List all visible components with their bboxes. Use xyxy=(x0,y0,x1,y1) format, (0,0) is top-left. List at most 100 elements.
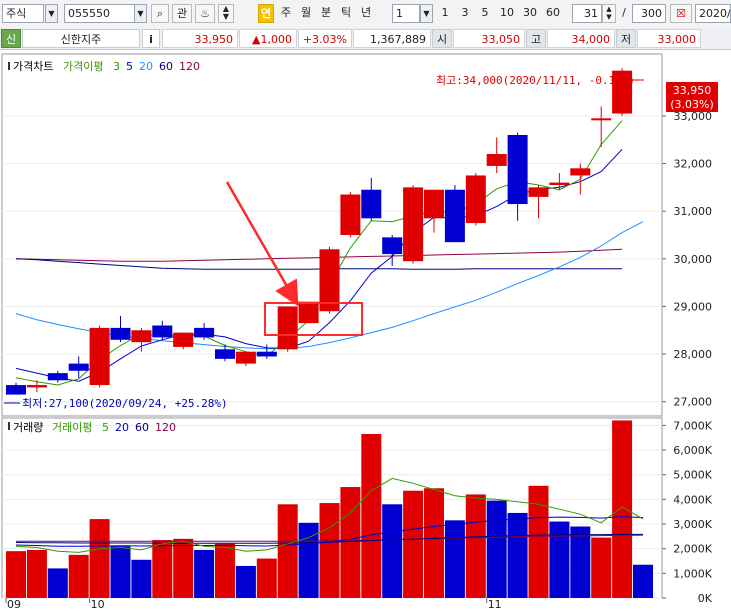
gwan-button[interactable]: 관 xyxy=(172,4,192,23)
mult-3-label: 3 xyxy=(461,6,469,19)
candle-body xyxy=(382,237,403,255)
count-spinner[interactable]: ▲ ▼ xyxy=(602,4,616,23)
volume-y-axis: 0K 1,000K 2,000K 3,000K 4,000K 5,000K 6,000K 7,… xyxy=(662,419,713,605)
volume-legend-item: 20 xyxy=(115,421,129,434)
info-button[interactable]: i xyxy=(142,29,160,48)
mult-60-label: 60 xyxy=(546,6,560,19)
volume-bar xyxy=(6,551,26,598)
candle-body xyxy=(444,189,465,243)
date-input[interactable]: 2020/ xyxy=(695,4,731,23)
candle-body xyxy=(298,301,319,324)
candle-body xyxy=(131,330,152,343)
market-select[interactable]: 주식 xyxy=(2,4,44,23)
period-week-button[interactable]: 주 xyxy=(278,4,294,23)
volume-bar xyxy=(633,564,653,598)
volume-bar xyxy=(110,546,131,598)
mult-10-button[interactable]: 10 xyxy=(497,4,517,23)
volume-bar xyxy=(612,420,633,598)
x-tick-label: 09 xyxy=(7,598,21,611)
candle-body xyxy=(549,182,570,185)
candle-body xyxy=(256,351,277,357)
volume-bar xyxy=(89,519,110,598)
volume-bar xyxy=(215,543,235,598)
up-down-spinner[interactable]: ▲ ▼ xyxy=(218,4,234,23)
mult-5-button[interactable]: 5 xyxy=(477,4,493,23)
search-button[interactable]: ⌕ xyxy=(151,4,169,23)
volume-bar xyxy=(47,568,68,598)
mult-30-button[interactable]: 30 xyxy=(520,4,540,23)
candle-body xyxy=(319,249,340,312)
price-change: ▲1,000 xyxy=(239,29,297,48)
volume-bar xyxy=(256,558,277,598)
stock-name: 신한지주 xyxy=(22,29,140,48)
unit-dropdown-icon[interactable]: ▼ xyxy=(420,4,433,23)
price-legend-item: 가격차트 xyxy=(13,60,53,73)
volume-bar xyxy=(131,559,152,598)
volume-bar xyxy=(465,494,486,598)
period-yeon-button[interactable]: 연 xyxy=(258,4,274,23)
period-week-label: 주 xyxy=(280,6,292,19)
volume-bar xyxy=(68,554,89,598)
price-tick-label: 31,000 xyxy=(674,205,713,218)
price-legend-item: 5 xyxy=(126,60,133,73)
code-dropdown-icon[interactable]: ▼ xyxy=(134,4,147,23)
volume-bar xyxy=(361,434,382,598)
low-annotation: 최저:27,100(2020/09/24, +25.28%) xyxy=(22,397,228,410)
credit-badge-label: 신 xyxy=(5,33,17,46)
total-input[interactable]: 300 xyxy=(632,4,666,23)
bell-button[interactable]: ♨ xyxy=(195,4,215,23)
volume-bar xyxy=(507,512,528,598)
count-input[interactable]: 31 xyxy=(572,4,602,23)
chart-toolbar: 주식 ▼ 055550 ▼ ⌕ 관 ♨ ▲ ▼ 연 주 월 분 틱 년 1 ▼ 1… xyxy=(0,0,731,29)
candle-body xyxy=(235,351,256,364)
candle-body xyxy=(6,385,26,395)
price-change-pct: +3.03% xyxy=(298,29,352,48)
mult-30-label: 30 xyxy=(523,6,537,19)
mult-5-label: 5 xyxy=(481,6,489,19)
stock-chart[interactable]: 27,000 28,000 29,000 30,000 31,000 32,000 3 3,0… xyxy=(0,50,731,611)
candle-body xyxy=(361,189,382,219)
candle-body xyxy=(47,373,68,381)
count-separator-label: / xyxy=(622,6,626,19)
volume-bar xyxy=(528,485,549,598)
period-year-label: 년 xyxy=(360,6,372,19)
unit-select[interactable]: 1 xyxy=(392,4,420,23)
high-price: 34,000 xyxy=(547,29,615,48)
mult-3-button[interactable]: 3 xyxy=(457,4,473,23)
open-price-value: 33,050 xyxy=(481,33,521,46)
volume-tick-label: 1,000K xyxy=(673,567,712,580)
bell-icon: ♨ xyxy=(200,7,210,20)
stock-name-label: 신한지주 xyxy=(60,33,102,46)
mult-60-button[interactable]: 60 xyxy=(543,4,563,23)
volume-tick-label: 0K xyxy=(698,592,713,605)
volume-bar xyxy=(382,504,403,598)
low-price: 33,000 xyxy=(637,29,701,48)
period-tick-button[interactable]: 틱 xyxy=(338,4,354,23)
high-annotation: 최고:34,000(2020/11/11, -0.15%) xyxy=(436,74,635,87)
x-tick-label: 11 xyxy=(488,598,502,611)
volume-tick-label: 3,000K xyxy=(673,518,712,531)
period-minute-button[interactable]: 분 xyxy=(318,4,334,23)
volume-bar xyxy=(152,540,173,598)
volume-bar xyxy=(340,487,361,598)
period-year-button[interactable]: 년 xyxy=(358,4,374,23)
period-month-button[interactable]: 월 xyxy=(298,4,314,23)
spinner-icon: ▲ ▼ xyxy=(222,4,230,21)
candle-body xyxy=(194,327,215,338)
current-price-value: 33,950 xyxy=(194,33,234,46)
x-axis: 09 10 11 xyxy=(5,598,502,611)
period-month-label: 월 xyxy=(300,6,312,19)
volume-tick-label: 5,000K xyxy=(673,469,712,482)
market-dropdown-icon[interactable]: ▼ xyxy=(45,4,58,23)
candle-body xyxy=(89,327,110,386)
candle-body xyxy=(424,189,444,219)
trade-volume: 1,367,889 xyxy=(353,29,431,48)
mult-1-button[interactable]: 1 xyxy=(437,4,453,23)
candle-body xyxy=(528,187,549,197)
high-label-text: 고 xyxy=(530,33,542,46)
volume-bar xyxy=(403,490,424,598)
volume-legend-marker xyxy=(8,422,10,430)
option-checkbox[interactable]: ☒ xyxy=(670,4,692,23)
count-spinner-icon: ▲ ▼ xyxy=(606,5,612,21)
trade-volume-value: 1,367,889 xyxy=(370,33,426,46)
